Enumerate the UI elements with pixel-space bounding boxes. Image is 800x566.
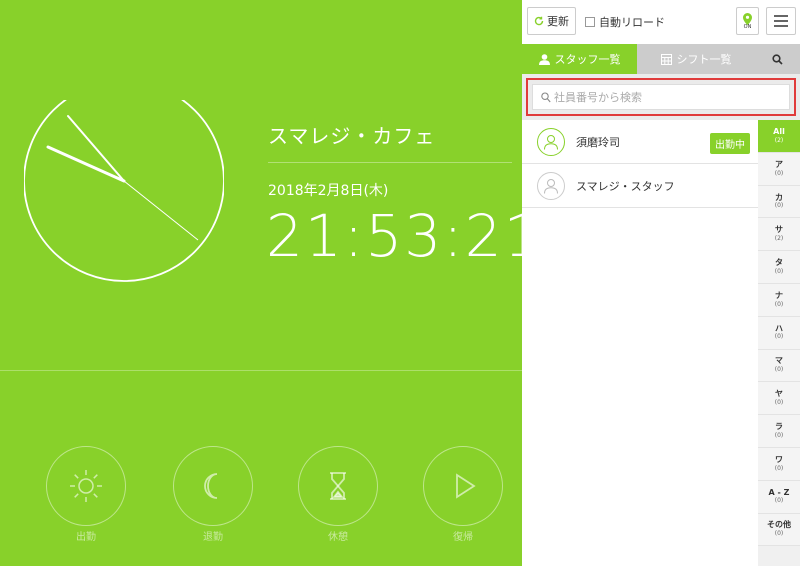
current-time: 21:53:21 (266, 202, 543, 270)
resume-button[interactable]: 復帰 (423, 446, 503, 543)
index-item-wa[interactable]: ワ (0) (758, 447, 800, 481)
calendar-icon (660, 53, 672, 65)
staff-name: スマレジ・スタッフ (576, 179, 675, 193)
kana-index: All (2) ア (0) カ (0) サ (2) タ (0) ナ (0) ハ (0) マ (0… (758, 120, 800, 566)
hourglass-icon (330, 472, 346, 500)
user-icon (544, 134, 558, 150)
search-highlight (526, 78, 796, 116)
user-icon (544, 178, 558, 194)
break-button[interactable]: 休憩 (298, 446, 378, 543)
list-item[interactable]: 須磨玲司 出勤中 (522, 120, 758, 164)
search-icon (772, 53, 783, 65)
index-item-all[interactable]: All (2) (758, 120, 800, 153)
tab-search[interactable] (755, 44, 800, 74)
gps-button[interactable]: ON (736, 7, 759, 35)
index-item-az[interactable]: A - Z (0) (758, 480, 800, 514)
divider (0, 370, 522, 371)
current-date: 2018年2月8日(木) (268, 183, 389, 199)
gps-status: ON (743, 23, 752, 30)
clock-in-button[interactable]: 出勤 (46, 446, 126, 543)
index-item-ha[interactable]: ハ (0) (758, 316, 800, 350)
search-field[interactable] (532, 84, 790, 110)
auto-reload-toggle[interactable]: 自動リロード (585, 14, 665, 30)
store-name: スマレジ・カフェ (268, 124, 436, 148)
menu-button[interactable] (766, 7, 796, 35)
sun-icon (70, 470, 102, 502)
clock-in-label: 出勤 (76, 532, 96, 543)
tab-bar: スタッフ一覧 シフト一覧 (522, 44, 800, 74)
staff-list: 須磨玲司 出勤中 スマレジ・スタッフ (522, 120, 758, 208)
avatar (537, 127, 565, 156)
hour-hand (46, 145, 126, 183)
refresh-label: 更新 (547, 15, 569, 28)
clock-out-button[interactable]: 退勤 (173, 446, 253, 543)
refresh-icon (534, 16, 544, 26)
auto-reload-checkbox[interactable] (585, 17, 595, 27)
index-item-na[interactable]: ナ (0) (758, 283, 800, 317)
tab-shift-label: シフト一覧 (676, 53, 732, 66)
avatar (537, 171, 565, 200)
refresh-button[interactable]: 更新 (527, 7, 576, 35)
auto-reload-label: 自動リロード (599, 16, 665, 29)
employee-number-search-input[interactable] (554, 90, 774, 104)
tab-shift-list[interactable]: シフト一覧 (637, 44, 755, 74)
staff-panel: 更新 自動リロード ON スタッフ一覧 シフト一覧 社員番号から検索 須磨玲司 … (522, 0, 800, 566)
analog-clock (24, 100, 224, 282)
index-item-ta[interactable]: タ (0) (758, 251, 800, 284)
list-item[interactable]: スマレジ・スタッフ (522, 164, 758, 208)
index-item-ka[interactable]: カ (0) (758, 185, 800, 219)
second-hand (123, 180, 199, 241)
tab-staff-list[interactable]: スタッフ一覧 (522, 44, 637, 74)
index-item-other[interactable]: その他 (0) (758, 513, 800, 547)
magnifier-icon (541, 91, 551, 102)
moon-icon (204, 473, 218, 499)
staff-name: 須磨玲司 (576, 135, 620, 149)
toolbar: 更新 自動リロード ON (522, 0, 800, 44)
clock-out-label: 退勤 (203, 532, 223, 543)
divider (268, 162, 512, 163)
status-badge: 出勤中 (710, 133, 750, 154)
index-item-sa[interactable]: サ (2) (758, 218, 800, 252)
play-icon (456, 473, 476, 499)
clock-panel: スマレジ・カフェ 2018年2月8日(木) 21:53:21 出勤 退勤 休憩 … (0, 0, 541, 566)
index-item-ra[interactable]: ラ (0) (758, 415, 800, 448)
break-label: 休憩 (328, 532, 348, 543)
index-item-a[interactable]: ア (0) (758, 152, 800, 186)
search-area (522, 74, 800, 120)
index-item-ya[interactable]: ヤ (0) (758, 382, 800, 416)
tab-staff-label: スタッフ一覧 (554, 53, 621, 66)
index-item-ma[interactable]: マ (0) (758, 349, 800, 383)
person-icon (538, 53, 550, 65)
resume-label: 復帰 (453, 532, 473, 543)
minute-hand (67, 115, 125, 182)
hamburger-icon (774, 15, 788, 17)
